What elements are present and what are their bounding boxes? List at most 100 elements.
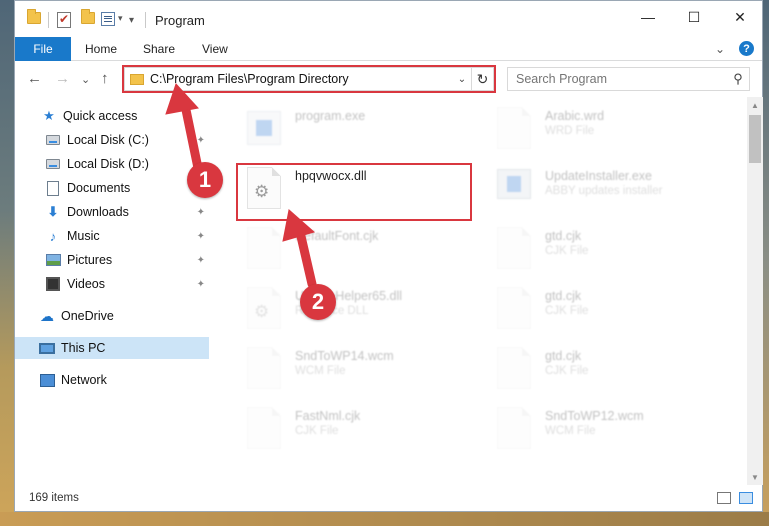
recent-locations-icon[interactable]: ⌄: [81, 73, 90, 86]
sidebar-item-pictures[interactable]: Pictures ✦: [15, 249, 209, 271]
folder-icon: [27, 9, 41, 24]
forward-arrow-icon[interactable]: →: [55, 70, 70, 87]
refresh-icon[interactable]: ↻: [471, 68, 493, 90]
file-type: WCM File: [295, 365, 346, 377]
file-item[interactable]: program.exe: [241, 103, 471, 159]
dll-file-icon: ⚙: [247, 167, 281, 209]
tab-view[interactable]: View: [202, 42, 228, 56]
back-arrow-icon[interactable]: ←: [27, 70, 42, 87]
file-icon: [497, 407, 531, 449]
scroll-down-icon[interactable]: ▼: [747, 469, 763, 485]
pin-icon: ✦: [196, 230, 205, 242]
pictures-icon: [45, 252, 61, 268]
file-item[interactable]: DefaultFont.cjk: [241, 223, 471, 279]
help-icon[interactable]: ?: [739, 41, 754, 56]
file-icon: [497, 287, 531, 329]
file-icon: [497, 227, 531, 269]
large-icons-view-icon[interactable]: [739, 492, 753, 504]
file-item[interactable]: SndToWP12.wcm WCM File: [491, 403, 721, 459]
file-name: UpdateInstaller.exe: [545, 169, 653, 183]
status-bar: 169 items: [15, 487, 762, 511]
file-item-hpqvwocx-dll[interactable]: ⚙ hpqvwocx.dll: [241, 163, 471, 219]
network-icon: [39, 372, 55, 388]
file-type: CJK File: [545, 365, 589, 377]
file-type: CJK File: [545, 305, 589, 317]
sidebar-item-documents[interactable]: Documents ✦: [15, 177, 209, 199]
quick-access-dropdown-icon[interactable]: ▾: [118, 13, 123, 24]
vertical-scrollbar[interactable]: ▲ ▼: [747, 97, 763, 485]
address-path[interactable]: C:\Program Files\Program Directory: [150, 72, 453, 86]
file-item[interactable]: UpdateInstaller.exe ABBY updates install…: [491, 163, 721, 219]
separator: [48, 12, 49, 28]
pin-icon: ✦: [196, 254, 205, 266]
sidebar-item-videos[interactable]: Videos ✦: [15, 273, 209, 295]
sidebar-item-label: Documents: [67, 181, 131, 195]
search-box[interactable]: ⚲: [507, 67, 750, 91]
sidebar-item-label: Local Disk (C:): [67, 133, 149, 147]
file-icon: [247, 347, 281, 389]
file-item[interactable]: gtd.cjk CJK File: [491, 343, 721, 399]
sidebar-item-label: Videos: [67, 277, 105, 291]
sidebar-item-quick-access[interactable]: ★ Quick access: [15, 105, 209, 127]
file-item[interactable]: SndToWP14.wcm WCM File: [241, 343, 471, 399]
folder-icon: [130, 73, 144, 85]
sidebar-item-label: OneDrive: [61, 309, 114, 323]
file-icon: [247, 407, 281, 449]
file-item[interactable]: gtd.cjk CJK File: [491, 223, 721, 279]
navigation-pane: ★ Quick access Local Disk (C:) ✦ Local D…: [15, 101, 211, 483]
tab-home[interactable]: Home: [85, 42, 117, 56]
file-name: SndToWP14.wcm: [295, 349, 394, 363]
properties-check-icon[interactable]: [57, 12, 71, 28]
file-name: FastNml.cjk: [295, 409, 361, 423]
music-icon: ♪: [49, 228, 57, 244]
tab-share[interactable]: Share: [143, 42, 175, 56]
tab-file[interactable]: File: [15, 37, 71, 61]
search-input[interactable]: [508, 72, 727, 86]
address-dropdown-icon[interactable]: ⌄: [453, 74, 471, 85]
scroll-thumb[interactable]: [749, 115, 761, 163]
details-view-icon[interactable]: [717, 492, 731, 504]
minimize-button[interactable]: —: [625, 1, 671, 33]
up-arrow-icon[interactable]: ↑: [101, 70, 109, 87]
file-name: gtd.cjk: [545, 349, 582, 363]
installer-icon: [497, 169, 531, 199]
qa-chevron-icon[interactable]: ▾: [129, 15, 134, 26]
sidebar-item-this-pc[interactable]: This PC: [15, 337, 209, 359]
navigation-bar: ← → ⌄ ↑ C:\Program Files\Program Directo…: [15, 65, 762, 95]
file-item[interactable]: ⚙ UpdateHelper65.dll Resource DLL: [241, 283, 471, 339]
sidebar-item-downloads[interactable]: ⬇ Downloads ✦: [15, 201, 209, 223]
sidebar-item-music[interactable]: ♪ Music ✦: [15, 225, 209, 247]
computer-icon: [39, 340, 55, 356]
separator: [145, 12, 146, 28]
file-type: WCM File: [545, 425, 596, 437]
documents-icon: [45, 180, 61, 196]
address-bar[interactable]: C:\Program Files\Program Directory ⌄ ↻: [124, 67, 494, 91]
window-title: Program: [155, 13, 205, 28]
download-icon: ⬇: [47, 204, 59, 219]
pin-icon: ✦: [196, 206, 205, 218]
title-bar: ▾ ▾ Program — ☐ ✕: [15, 1, 762, 41]
customize-icon[interactable]: [101, 12, 115, 26]
step-1-badge: 1: [187, 162, 223, 198]
sidebar-item-network[interactable]: Network: [15, 369, 209, 391]
sidebar-item-local-disk-d[interactable]: Local Disk (D:): [15, 153, 209, 175]
file-name: DefaultFont.cjk: [295, 229, 379, 243]
sidebar-item-local-disk-c[interactable]: Local Disk (C:) ✦: [15, 129, 209, 151]
maximize-button[interactable]: ☐: [671, 1, 717, 33]
file-name: program.exe: [295, 109, 366, 123]
sidebar-item-label: Network: [61, 373, 107, 387]
file-type: ABBY updates installer: [545, 185, 663, 197]
desktop-wallpaper-right: [763, 0, 769, 526]
pin-icon: ✦: [196, 134, 205, 146]
file-item[interactable]: FastNml.cjk CJK File: [241, 403, 471, 459]
sidebar-item-label: Music: [67, 229, 100, 243]
close-button[interactable]: ✕: [717, 1, 763, 33]
file-name: gtd.cjk: [545, 289, 582, 303]
file-item[interactable]: gtd.cjk CJK File: [491, 283, 721, 339]
expand-ribbon-icon[interactable]: ⌄: [715, 42, 725, 56]
search-icon[interactable]: ⚲: [727, 71, 749, 87]
new-folder-icon[interactable]: [81, 9, 95, 24]
scroll-up-icon[interactable]: ▲: [747, 97, 763, 113]
sidebar-item-onedrive[interactable]: ☁ OneDrive: [15, 305, 209, 327]
file-item[interactable]: Arabic.wrd WRD File: [491, 103, 721, 159]
